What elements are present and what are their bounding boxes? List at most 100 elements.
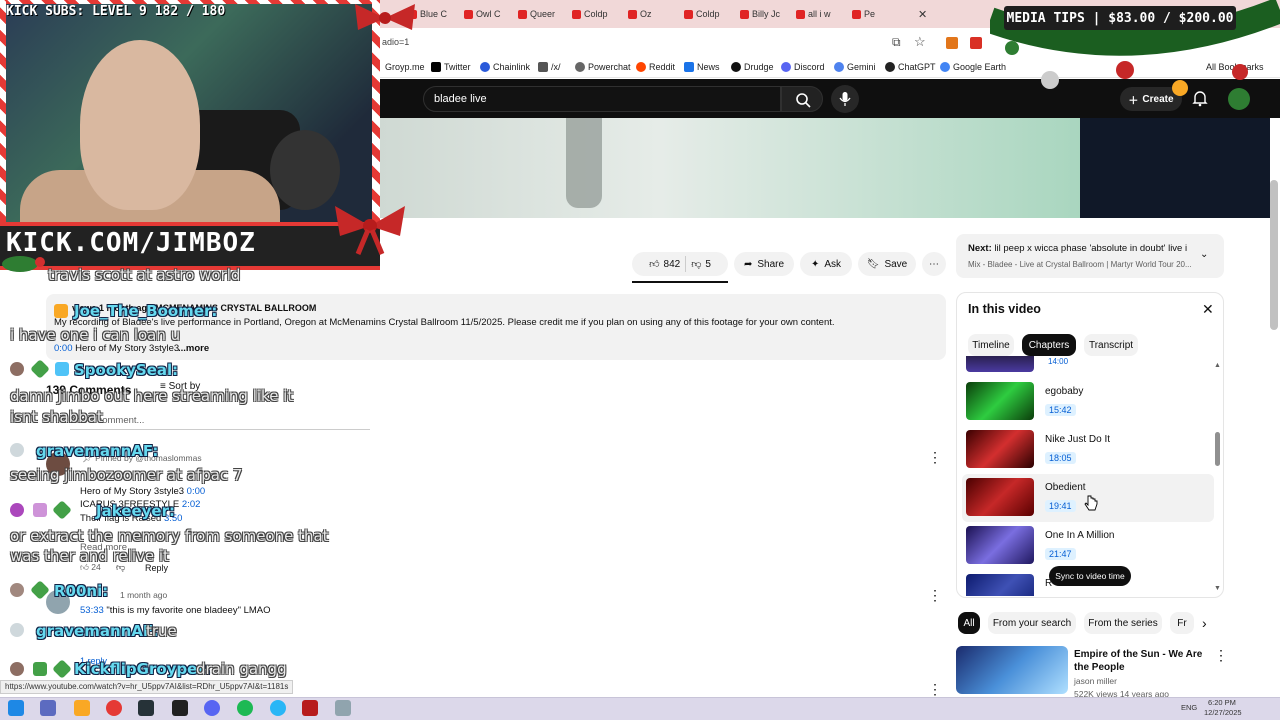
share-button[interactable]: ➦ Share: [734, 252, 794, 276]
recommendation-title[interactable]: Empire of the Sun - We Are the People: [1074, 648, 1206, 674]
ask-button[interactable]: ✦ Ask: [800, 252, 852, 276]
browser-tab[interactable]: Coldp: [572, 6, 608, 22]
drudge-icon: [731, 62, 741, 72]
chip-from-the-series[interactable]: From the series: [1084, 612, 1162, 634]
voice-search-button[interactable]: [831, 85, 859, 113]
browser-tab[interactable]: all i w: [796, 6, 831, 22]
comment-menu-icon[interactable]: ⋮: [928, 450, 942, 464]
youtube-favicon: [852, 9, 861, 19]
close-icon[interactable]: ✕: [1202, 301, 1214, 318]
like-button[interactable]: 👍︎ 842: [649, 258, 680, 271]
chat-username: R00ni:: [54, 582, 109, 600]
search-input[interactable]: bladee live: [423, 86, 781, 112]
chapter-time[interactable]: 19:41: [1045, 500, 1076, 512]
chat-message: seeing jimbozoomer at afpac 7: [10, 466, 243, 484]
telegram-icon[interactable]: [270, 700, 286, 716]
panel-scrollbar[interactable]: [1215, 432, 1220, 466]
clock-time[interactable]: 6:20 PM: [1208, 698, 1236, 707]
chip-more[interactable]: Fr: [1170, 612, 1194, 634]
chat-avatar-icon: [10, 662, 24, 676]
chapter-thumbnail[interactable]: [966, 356, 1034, 372]
tab-chapters[interactable]: Chapters: [1022, 334, 1076, 356]
chainlink-icon: [480, 62, 490, 72]
install-icon[interactable]: ⧉: [892, 35, 901, 50]
browser-tab[interactable]: Owl C: [464, 6, 501, 22]
chip-from-your-search[interactable]: From your search: [988, 612, 1076, 634]
terminal-icon[interactable]: [172, 700, 188, 716]
tab-transcript[interactable]: Transcript: [1084, 334, 1138, 356]
chat-username: gravemannAF:: [36, 442, 159, 460]
app-icon[interactable]: [335, 700, 351, 716]
video-player[interactable]: [380, 118, 1080, 218]
close-tab-icon[interactable]: ✕: [918, 8, 927, 21]
chevron-right-icon[interactable]: ›: [1202, 615, 1207, 631]
scroll-down-icon[interactable]: ▼: [1214, 585, 1221, 592]
browser-tab[interactable]: Coldp: [684, 6, 720, 22]
description-timestamp-line: 0:00 Hero of My Story 3style3: [54, 343, 180, 354]
chapter-time[interactable]: 18:05: [1045, 452, 1076, 464]
metamask-extension-icon[interactable]: [946, 37, 958, 49]
chat-username: Joe_The_Boomer:: [74, 302, 218, 320]
scroll-up-icon[interactable]: ▲: [1214, 362, 1221, 369]
tab-timeline[interactable]: Timeline: [968, 334, 1014, 356]
extension-icon[interactable]: [970, 37, 982, 49]
steam-icon[interactable]: [138, 700, 154, 716]
bookmark-discord[interactable]: Discord: [781, 62, 825, 72]
comment-timestamp-link[interactable]: 53:33: [80, 605, 104, 616]
search-button[interactable]: [781, 86, 823, 112]
recommendation-channel[interactable]: jason miller: [1074, 676, 1117, 686]
recommendation-thumbnail[interactable]: [956, 646, 1068, 694]
description-timestamp-link[interactable]: 0:00: [54, 343, 73, 354]
bookmark-chainlink[interactable]: Chainlink: [480, 62, 530, 72]
input-language[interactable]: ENG: [1181, 703, 1197, 712]
app-icon[interactable]: [302, 700, 318, 716]
mic-icon: [839, 92, 851, 106]
bookmark-twitter[interactable]: Twitter: [431, 62, 471, 72]
chapter-time[interactable]: 21:47: [1045, 548, 1076, 560]
bookmark-reddit[interactable]: Reddit: [636, 62, 675, 72]
chapter-title: Nike Just Do It: [1045, 434, 1111, 445]
chapter-item[interactable]: egobaby 15:42: [966, 382, 1214, 426]
file-explorer-icon[interactable]: [74, 700, 90, 716]
chrome-icon[interactable]: [106, 700, 122, 716]
grid-icon: [538, 62, 548, 72]
show-more-link[interactable]: ...more: [178, 343, 209, 354]
chapter-time[interactable]: 14:00: [1048, 357, 1068, 366]
more-actions-button[interactable]: ⋯: [922, 252, 946, 276]
discord-taskbar-icon[interactable]: [204, 700, 220, 716]
chapter-item[interactable]: One In A Million 21:47: [966, 526, 1214, 570]
chip-all[interactable]: All: [958, 612, 980, 634]
chat-badge-icon: [30, 359, 50, 379]
save-button[interactable]: 🔖︎ Save: [858, 252, 916, 276]
start-icon[interactable]: [8, 700, 24, 716]
youtube-favicon: [684, 9, 693, 19]
page-scrollbar[interactable]: [1270, 180, 1278, 330]
recommendation-menu-icon[interactable]: ⋮: [1214, 648, 1228, 662]
comment-timestamp-link[interactable]: 2:02: [182, 499, 201, 510]
chapter-item[interactable]: Nike Just Do It 18:05: [966, 430, 1214, 474]
clock-date[interactable]: 12/27/2025: [1204, 708, 1242, 717]
bookmark-gemini[interactable]: Gemini: [834, 62, 876, 72]
bookmark-drudge[interactable]: Drudge: [731, 62, 774, 72]
bookmark-powerchat[interactable]: Powerchat: [575, 62, 631, 72]
browser-tab[interactable]: Oz: [628, 6, 652, 22]
comment-timestamp-link[interactable]: 0:00: [187, 486, 206, 497]
chevron-down-icon[interactable]: ⌄: [1200, 249, 1208, 260]
bookmark-chatgpt[interactable]: ChatGPT: [885, 62, 936, 72]
comment-menu-icon[interactable]: ⋮: [928, 588, 942, 602]
up-next-card[interactable]: [956, 234, 1224, 278]
browser-tab[interactable]: Queer: [518, 6, 555, 22]
spotify-icon[interactable]: [237, 700, 253, 716]
chapter-time[interactable]: 15:42: [1045, 404, 1076, 416]
task-view-icon[interactable]: [40, 700, 56, 716]
bookmark-star-icon[interactable]: ☆: [914, 34, 926, 50]
bookmark-x-board[interactable]: /x/: [538, 62, 561, 72]
bookmark-news[interactable]: News: [684, 62, 720, 72]
sync-to-video-time-tooltip[interactable]: Sync to video time: [1049, 566, 1131, 586]
dislike-button[interactable]: 👎︎ 5: [691, 258, 711, 271]
bookmark-groyp[interactable]: Groyp.me: [385, 62, 425, 72]
browser-tab[interactable]: Pe: [852, 6, 892, 22]
browser-tab[interactable]: Billy Jc: [740, 6, 780, 22]
comment-menu-icon[interactable]: ⋮: [928, 682, 942, 696]
youtube-favicon: [464, 9, 473, 19]
